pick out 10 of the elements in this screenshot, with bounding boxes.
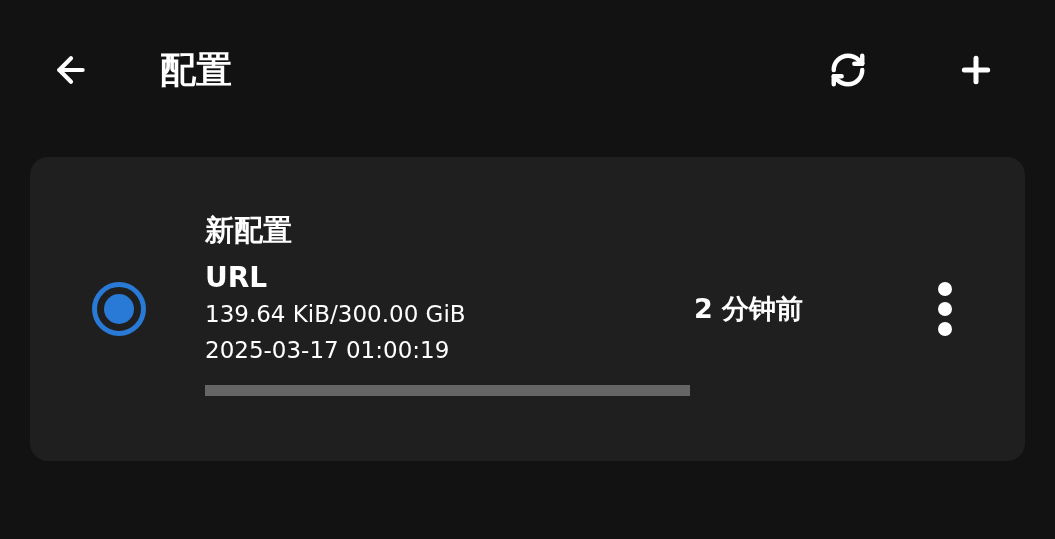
last-update-text: 2 分钟前	[694, 291, 804, 326]
profile-type: URL	[205, 260, 269, 296]
refresh-icon	[829, 51, 867, 89]
profile-card[interactable]: 新配置 URL 139.64 KiB/300.00 GiB 2025-03-17 01:00:19 2 分钟前	[30, 157, 1025, 461]
updated-time: 2025-03-17 01:00:19	[205, 336, 451, 365]
radio-button[interactable]	[92, 282, 146, 336]
usage-text: 139.64 KiB/300.00 GiB	[205, 300, 467, 329]
page-title: 配置	[160, 48, 232, 92]
profile-name: 新配置	[205, 212, 293, 249]
more-icon	[937, 281, 953, 337]
